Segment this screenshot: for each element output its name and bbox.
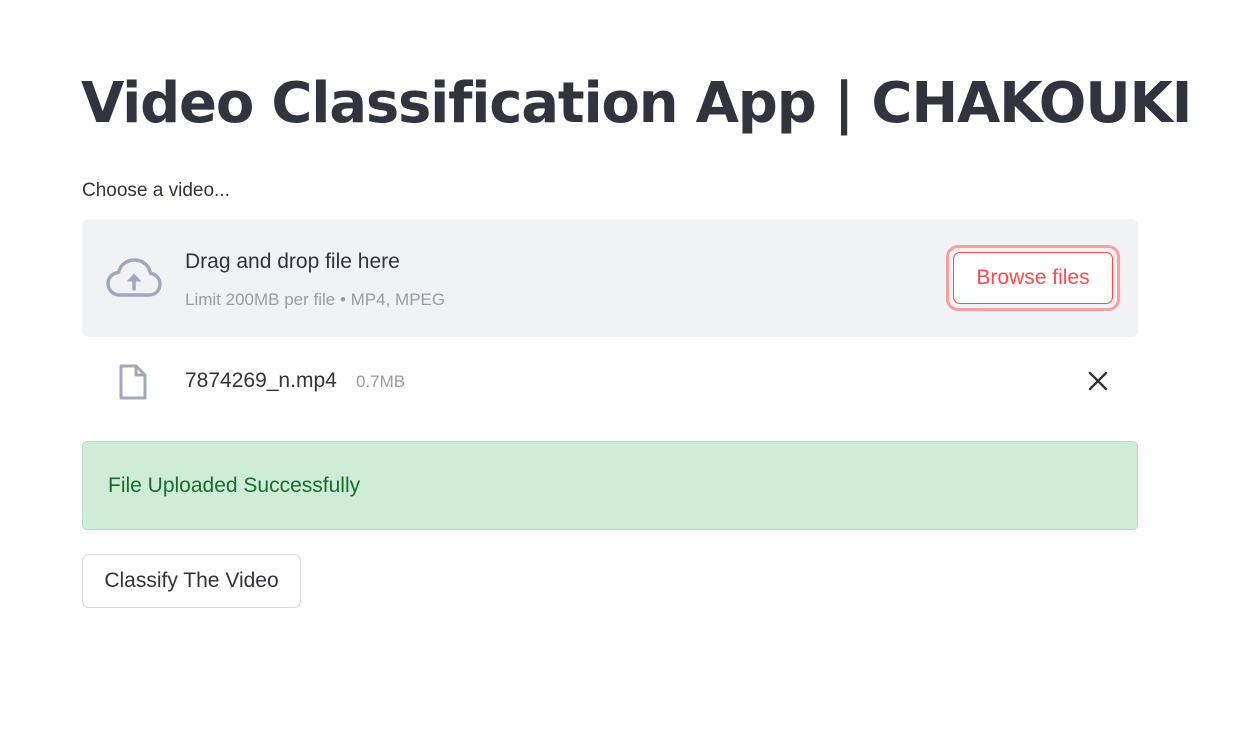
file-name: 7874269_n.mp4 [185, 369, 337, 392]
success-alert: File Uploaded Successfully [82, 441, 1138, 530]
dropzone-limit-text: Limit 200MB per file • MP4, MPEG [185, 290, 446, 309]
file-dropzone[interactable]: Drag and drop file here Limit 200MB per … [82, 219, 1138, 337]
classify-video-button[interactable]: Classify The Video [82, 554, 301, 608]
uploader-label: Choose a video... [82, 180, 230, 201]
file-size: 0.7MB [356, 372, 406, 391]
app-page: Video Classification App | CHAKOUKI Choo… [0, 0, 1255, 749]
dropzone-title: Drag and drop file here [185, 250, 400, 273]
cloud-upload-icon [106, 257, 162, 299]
file-icon [118, 363, 148, 401]
browse-files-button[interactable]: Browse files [953, 252, 1113, 304]
uploaded-file-row: 7874269_n.mp4 0.7MB [82, 355, 1138, 407]
success-message: File Uploaded Successfully [108, 474, 361, 497]
page-title: Video Classification App | CHAKOUKI [81, 71, 1193, 136]
close-icon[interactable] [1085, 368, 1111, 394]
